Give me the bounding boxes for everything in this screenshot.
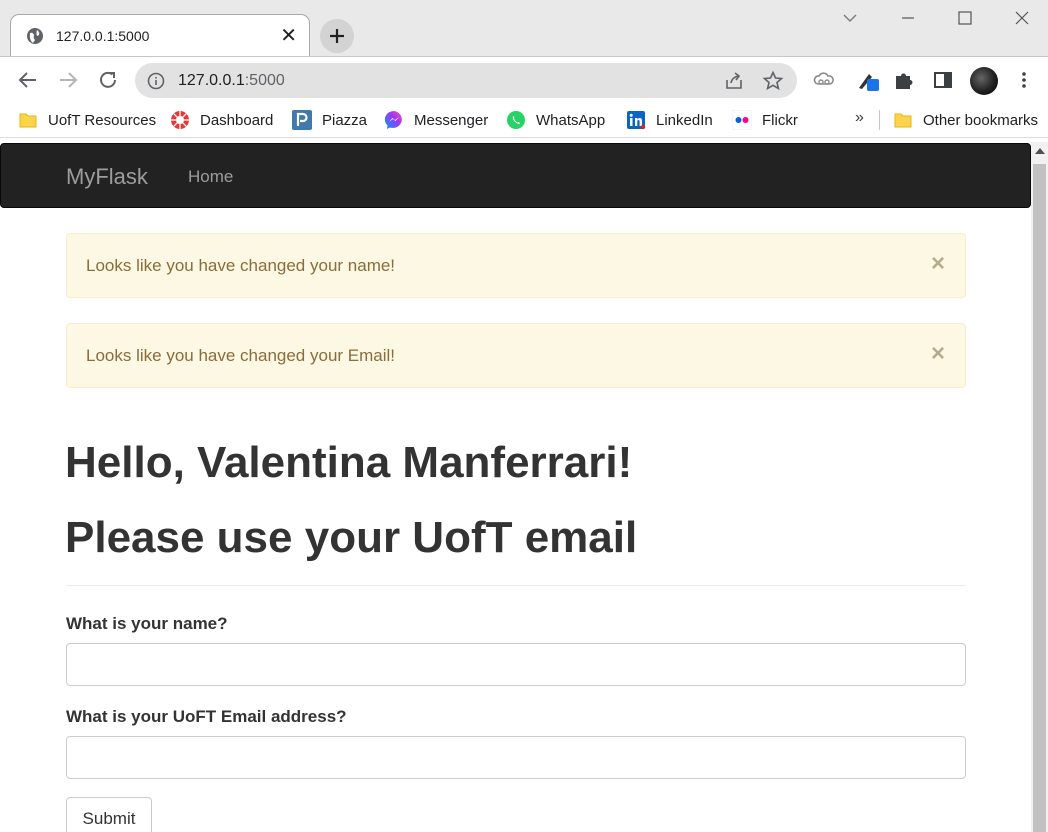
greeting-heading: Hello, Valentina Manferrari! <box>65 438 633 487</box>
share-icon[interactable] <box>723 70 745 92</box>
extension-cloud-icon[interactable] <box>812 68 836 92</box>
bookmark-flickr[interactable]: Flickr <box>732 110 798 130</box>
email-input[interactable] <box>66 736 966 779</box>
forward-arrow-icon[interactable] <box>56 68 80 92</box>
reload-icon[interactable] <box>96 68 120 92</box>
bookmarks-separator <box>879 110 880 130</box>
globe-icon <box>27 28 43 44</box>
eyedropper-extension-icon[interactable] <box>855 68 879 92</box>
scroll-up-arrow-icon[interactable] <box>1035 148 1045 154</box>
browser-toolbar: 127.0.0.1:5000 <box>0 56 1048 102</box>
site-navbar: MyFlask Home <box>0 143 1031 208</box>
flash-alert-name-changed: Looks like you have changed your name! × <box>66 233 966 298</box>
scrollbar-thumb[interactable] <box>1033 164 1046 832</box>
folder-icon <box>894 113 912 128</box>
email-instruction-heading: Please use your UofT email <box>65 513 638 562</box>
page-scrollbar[interactable] <box>1031 142 1048 832</box>
messenger-icon <box>384 110 402 129</box>
alert-close-icon[interactable]: × <box>931 252 945 276</box>
maximize-icon[interactable] <box>953 6 977 30</box>
extensions-puzzle-icon[interactable] <box>892 68 916 92</box>
navbar-brand[interactable]: MyFlask <box>66 164 148 190</box>
bookmark-uoft-resources[interactable]: UofT Resources <box>18 110 156 130</box>
bookmark-linkedin[interactable]: LinkedIn <box>626 110 713 130</box>
address-bar[interactable]: 127.0.0.1:5000 <box>135 63 797 98</box>
page-viewport: MyFlask Home Looks like you have changed… <box>0 142 1048 832</box>
close-window-icon[interactable] <box>1010 6 1034 30</box>
bookmark-piazza[interactable]: Piazza <box>292 110 367 130</box>
site-info-icon[interactable] <box>147 72 165 90</box>
bookmarks-overflow-chevron[interactable]: » <box>855 109 864 127</box>
bookmark-dashboard[interactable]: Dashboard <box>170 110 273 130</box>
piazza-icon <box>292 110 312 130</box>
flash-alert-email-changed: Looks like you have changed your Email! … <box>66 323 966 388</box>
bookmark-star-icon[interactable] <box>762 70 784 92</box>
bookmark-whatsapp[interactable]: WhatsApp <box>506 110 605 130</box>
tab-search-icon[interactable] <box>838 6 862 30</box>
dashboard-icon <box>171 111 189 129</box>
alert-message: Looks like you have changed your Email! <box>86 346 396 365</box>
name-input[interactable] <box>66 643 966 686</box>
tab-close-icon[interactable]: ✕ <box>280 24 297 48</box>
new-tab-button[interactable] <box>320 19 354 53</box>
url-text[interactable]: 127.0.0.1:5000 <box>178 72 285 90</box>
bookmark-messenger[interactable]: Messenger <box>384 110 488 130</box>
bookmark-other-bookmarks[interactable]: Other bookmarks <box>893 110 1038 130</box>
back-arrow-icon[interactable] <box>16 68 40 92</box>
browser-tab[interactable]: 127.0.0.1:5000 ✕ <box>10 14 310 57</box>
minimize-icon[interactable] <box>896 6 920 30</box>
side-panel-icon[interactable] <box>931 68 955 92</box>
page-header-divider <box>66 585 966 586</box>
whatsapp-icon <box>507 111 525 129</box>
tab-title: 127.0.0.1:5000 <box>56 28 150 44</box>
email-field-label: What is your UoFT Email address? <box>66 707 347 726</box>
folder-icon <box>19 113 37 128</box>
flickr-icon <box>732 110 752 130</box>
browser-tab-strip: 127.0.0.1:5000 ✕ <box>0 0 1048 57</box>
alert-close-icon[interactable]: × <box>931 342 945 366</box>
linkedin-icon <box>627 111 646 130</box>
plus-icon <box>330 29 344 43</box>
menu-kebab-icon[interactable] <box>1012 68 1036 92</box>
name-field-label: What is your name? <box>66 614 228 633</box>
submit-button[interactable]: Submit <box>66 797 152 832</box>
bookmarks-bar: UofT Resources Dashboard Piazza Messenge… <box>0 102 1048 138</box>
alert-message: Looks like you have changed your name! <box>86 256 396 275</box>
nav-link-home[interactable]: Home <box>188 167 233 187</box>
profile-avatar[interactable] <box>970 67 998 95</box>
